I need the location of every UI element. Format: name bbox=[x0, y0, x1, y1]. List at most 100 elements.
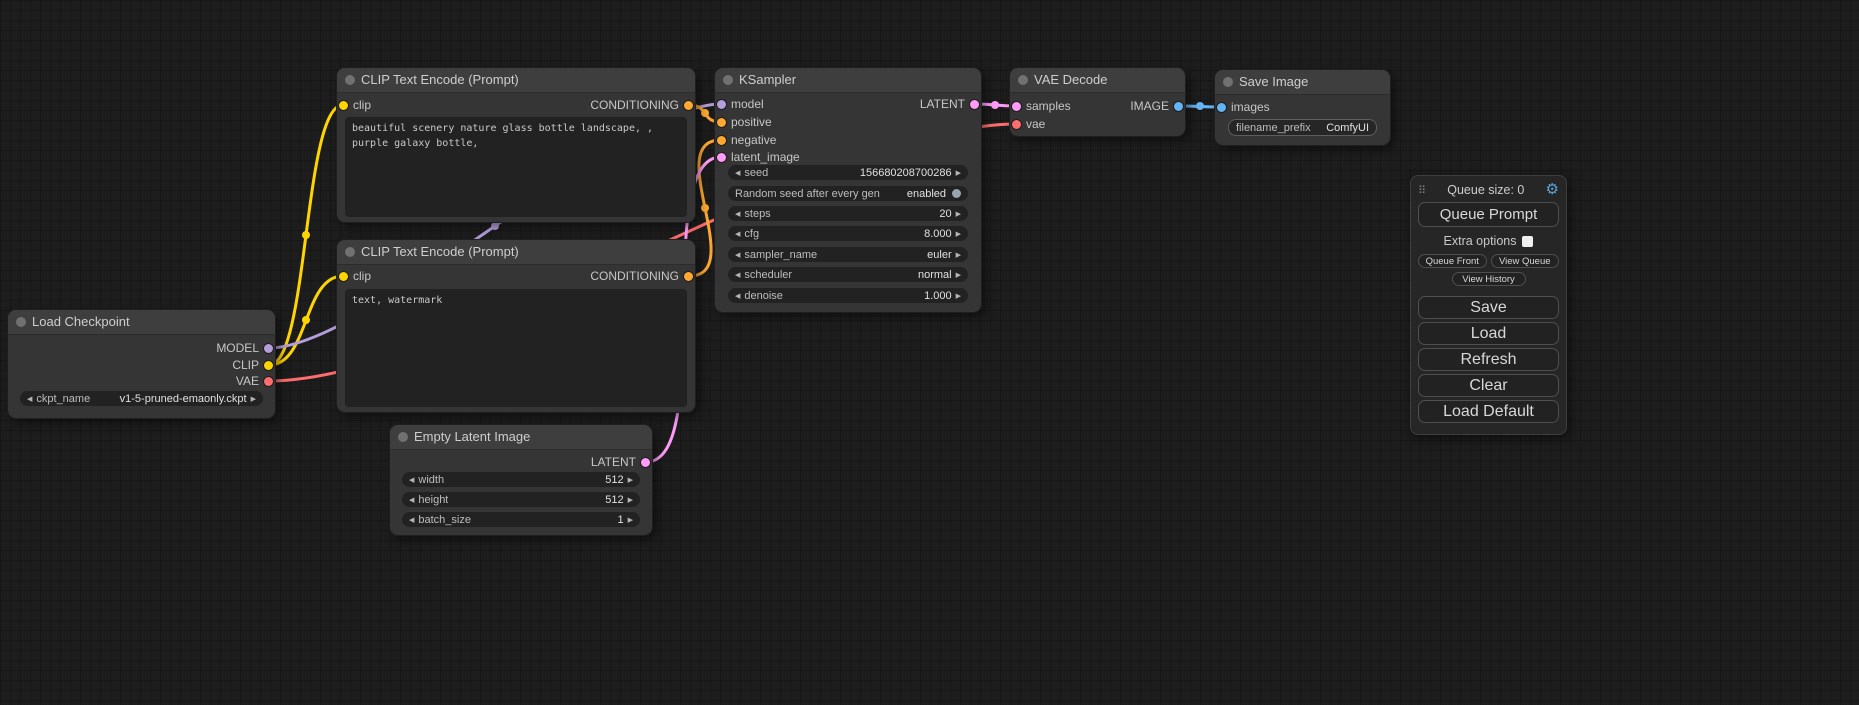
node-graph-canvas[interactable]: Load Checkpoint MODEL CLIP VAE ◀ ckpt_na… bbox=[0, 0, 1859, 705]
port-label: CLIP bbox=[232, 361, 259, 370]
filename-prefix-widget[interactable]: filename_prefix ComfyUI bbox=[1228, 119, 1377, 136]
toggle-knob-icon[interactable] bbox=[952, 189, 961, 198]
denoise-widget[interactable]: ◀ denoise 1.000 ▶ bbox=[728, 288, 968, 303]
node-title-bar[interactable]: Load Checkpoint bbox=[8, 310, 275, 335]
collapse-dot-icon[interactable] bbox=[16, 317, 26, 327]
increment-arrow-icon[interactable]: ▶ bbox=[956, 292, 961, 300]
node-empty-latent-image[interactable]: Empty Latent Image LATENT ◀ width 512 ▶ … bbox=[390, 425, 652, 535]
decrement-arrow-icon[interactable]: ◀ bbox=[735, 210, 740, 218]
increment-arrow-icon[interactable]: ▶ bbox=[956, 169, 961, 177]
positive-prompt-textarea[interactable]: beautiful scenery nature glass bottle la… bbox=[345, 117, 687, 217]
conditioning-port-dot[interactable] bbox=[684, 272, 693, 281]
steps-widget[interactable]: ◀ steps 20 ▶ bbox=[728, 206, 968, 221]
increment-arrow-icon[interactable]: ▶ bbox=[956, 251, 961, 259]
input-port-model: model bbox=[717, 100, 764, 109]
width-widget[interactable]: ◀ width 512 ▶ bbox=[402, 472, 640, 487]
node-load-checkpoint[interactable]: Load Checkpoint MODEL CLIP VAE ◀ ckpt_na… bbox=[8, 310, 275, 418]
clip-port-dot[interactable] bbox=[264, 361, 273, 370]
increment-arrow-icon[interactable]: ▶ bbox=[956, 271, 961, 279]
collapse-dot-icon[interactable] bbox=[1223, 77, 1233, 87]
save-button[interactable]: Save bbox=[1418, 296, 1559, 319]
scheduler-widget[interactable]: ◀ scheduler normal ▶ bbox=[728, 267, 968, 282]
increment-arrow-icon[interactable]: ▶ bbox=[628, 496, 633, 504]
clip-port-dot[interactable] bbox=[339, 272, 348, 281]
conditioning-port-dot[interactable] bbox=[684, 101, 693, 110]
refresh-button[interactable]: Refresh bbox=[1418, 348, 1559, 371]
latent-port-dot[interactable] bbox=[641, 458, 650, 467]
conditioning-port-dot[interactable] bbox=[717, 136, 726, 145]
latent-port-dot[interactable] bbox=[1012, 102, 1021, 111]
queue-front-button[interactable]: Queue Front bbox=[1418, 254, 1487, 268]
load-button[interactable]: Load bbox=[1418, 322, 1559, 345]
collapse-dot-icon[interactable] bbox=[1018, 75, 1028, 85]
input-port-latent-image: latent_image bbox=[717, 153, 800, 162]
node-title-bar[interactable]: CLIP Text Encode (Prompt) bbox=[337, 240, 695, 265]
extra-options-checkbox[interactable] bbox=[1522, 236, 1533, 247]
latent-port-dot[interactable] bbox=[970, 100, 979, 109]
decrement-arrow-icon[interactable]: ◀ bbox=[27, 395, 32, 403]
node-title-bar[interactable]: KSampler bbox=[715, 68, 981, 93]
vae-port-dot[interactable] bbox=[1012, 120, 1021, 129]
conditioning-port-dot[interactable] bbox=[717, 118, 726, 127]
increment-arrow-icon[interactable]: ▶ bbox=[956, 210, 961, 218]
seed-widget[interactable]: ◀ seed 156680208700286 ▶ bbox=[728, 165, 968, 180]
port-label: vae bbox=[1026, 120, 1045, 129]
decrement-arrow-icon[interactable]: ◀ bbox=[735, 251, 740, 259]
node-title-bar[interactable]: CLIP Text Encode (Prompt) bbox=[337, 68, 695, 93]
node-title-bar[interactable]: VAE Decode bbox=[1010, 68, 1185, 93]
node-vae-decode[interactable]: VAE Decode samples vae IMAGE bbox=[1010, 68, 1185, 136]
increment-arrow-icon[interactable]: ▶ bbox=[251, 395, 256, 403]
collapse-dot-icon[interactable] bbox=[723, 75, 733, 85]
wire-dot bbox=[991, 101, 999, 109]
port-label: negative bbox=[731, 136, 776, 145]
image-port-dot[interactable] bbox=[1174, 102, 1183, 111]
latent-port-dot[interactable] bbox=[717, 153, 726, 162]
random-seed-toggle-widget[interactable]: Random seed after every gen enabled bbox=[728, 186, 968, 201]
clip-port-dot[interactable] bbox=[339, 101, 348, 110]
view-history-button[interactable]: View History bbox=[1452, 272, 1526, 286]
decrement-arrow-icon[interactable]: ◀ bbox=[409, 496, 414, 504]
collapse-dot-icon[interactable] bbox=[345, 75, 355, 85]
decrement-arrow-icon[interactable]: ◀ bbox=[409, 476, 414, 484]
node-clip-text-encode-negative[interactable]: CLIP Text Encode (Prompt) clip CONDITION… bbox=[337, 240, 695, 412]
decrement-arrow-icon[interactable]: ◀ bbox=[409, 516, 414, 524]
node-ksampler[interactable]: KSampler model positive negative latent_… bbox=[715, 68, 981, 312]
drag-handle-icon[interactable]: ⠿ bbox=[1418, 184, 1426, 197]
image-port-dot[interactable] bbox=[1217, 103, 1226, 112]
decrement-arrow-icon[interactable]: ◀ bbox=[735, 271, 740, 279]
cfg-widget[interactable]: ◀ cfg 8.000 ▶ bbox=[728, 226, 968, 241]
model-port-dot[interactable] bbox=[264, 344, 273, 353]
input-port-samples: samples bbox=[1012, 102, 1071, 111]
ckpt-name-widget[interactable]: ◀ ckpt_name v1-5-pruned-emaonly.ckpt ▶ bbox=[20, 391, 263, 406]
settings-gear-icon[interactable]: ⚙ bbox=[1546, 182, 1559, 198]
port-label: LATENT bbox=[920, 100, 965, 109]
node-title: KSampler bbox=[739, 72, 796, 87]
decrement-arrow-icon[interactable]: ◀ bbox=[735, 292, 740, 300]
port-label: CONDITIONING bbox=[590, 101, 679, 110]
increment-arrow-icon[interactable]: ▶ bbox=[956, 230, 961, 238]
queue-prompt-button[interactable]: Queue Prompt bbox=[1418, 202, 1559, 227]
increment-arrow-icon[interactable]: ▶ bbox=[628, 516, 633, 524]
node-title: Load Checkpoint bbox=[32, 314, 130, 329]
view-queue-button[interactable]: View Queue bbox=[1491, 254, 1560, 268]
node-title-bar[interactable]: Save Image bbox=[1215, 70, 1390, 95]
increment-arrow-icon[interactable]: ▶ bbox=[628, 476, 633, 484]
decrement-arrow-icon[interactable]: ◀ bbox=[735, 169, 740, 177]
batch-size-widget[interactable]: ◀ batch_size 1 ▶ bbox=[402, 512, 640, 527]
output-port-conditioning: CONDITIONING bbox=[590, 101, 693, 110]
decrement-arrow-icon[interactable]: ◀ bbox=[735, 230, 740, 238]
collapse-dot-icon[interactable] bbox=[345, 247, 355, 257]
node-save-image[interactable]: Save Image images filename_prefix ComfyU… bbox=[1215, 70, 1390, 145]
negative-prompt-textarea[interactable]: text, watermark bbox=[345, 289, 687, 407]
node-title: Empty Latent Image bbox=[414, 429, 530, 444]
height-widget[interactable]: ◀ height 512 ▶ bbox=[402, 492, 640, 507]
node-title-bar[interactable]: Empty Latent Image bbox=[390, 425, 652, 450]
vae-port-dot[interactable] bbox=[264, 377, 273, 386]
collapse-dot-icon[interactable] bbox=[398, 432, 408, 442]
clear-button[interactable]: Clear bbox=[1418, 374, 1559, 397]
load-default-button[interactable]: Load Default bbox=[1418, 400, 1559, 423]
model-port-dot[interactable] bbox=[717, 100, 726, 109]
output-port-latent: LATENT bbox=[591, 458, 650, 467]
node-clip-text-encode-positive[interactable]: CLIP Text Encode (Prompt) clip CONDITION… bbox=[337, 68, 695, 222]
sampler-name-widget[interactable]: ◀ sampler_name euler ▶ bbox=[728, 247, 968, 262]
